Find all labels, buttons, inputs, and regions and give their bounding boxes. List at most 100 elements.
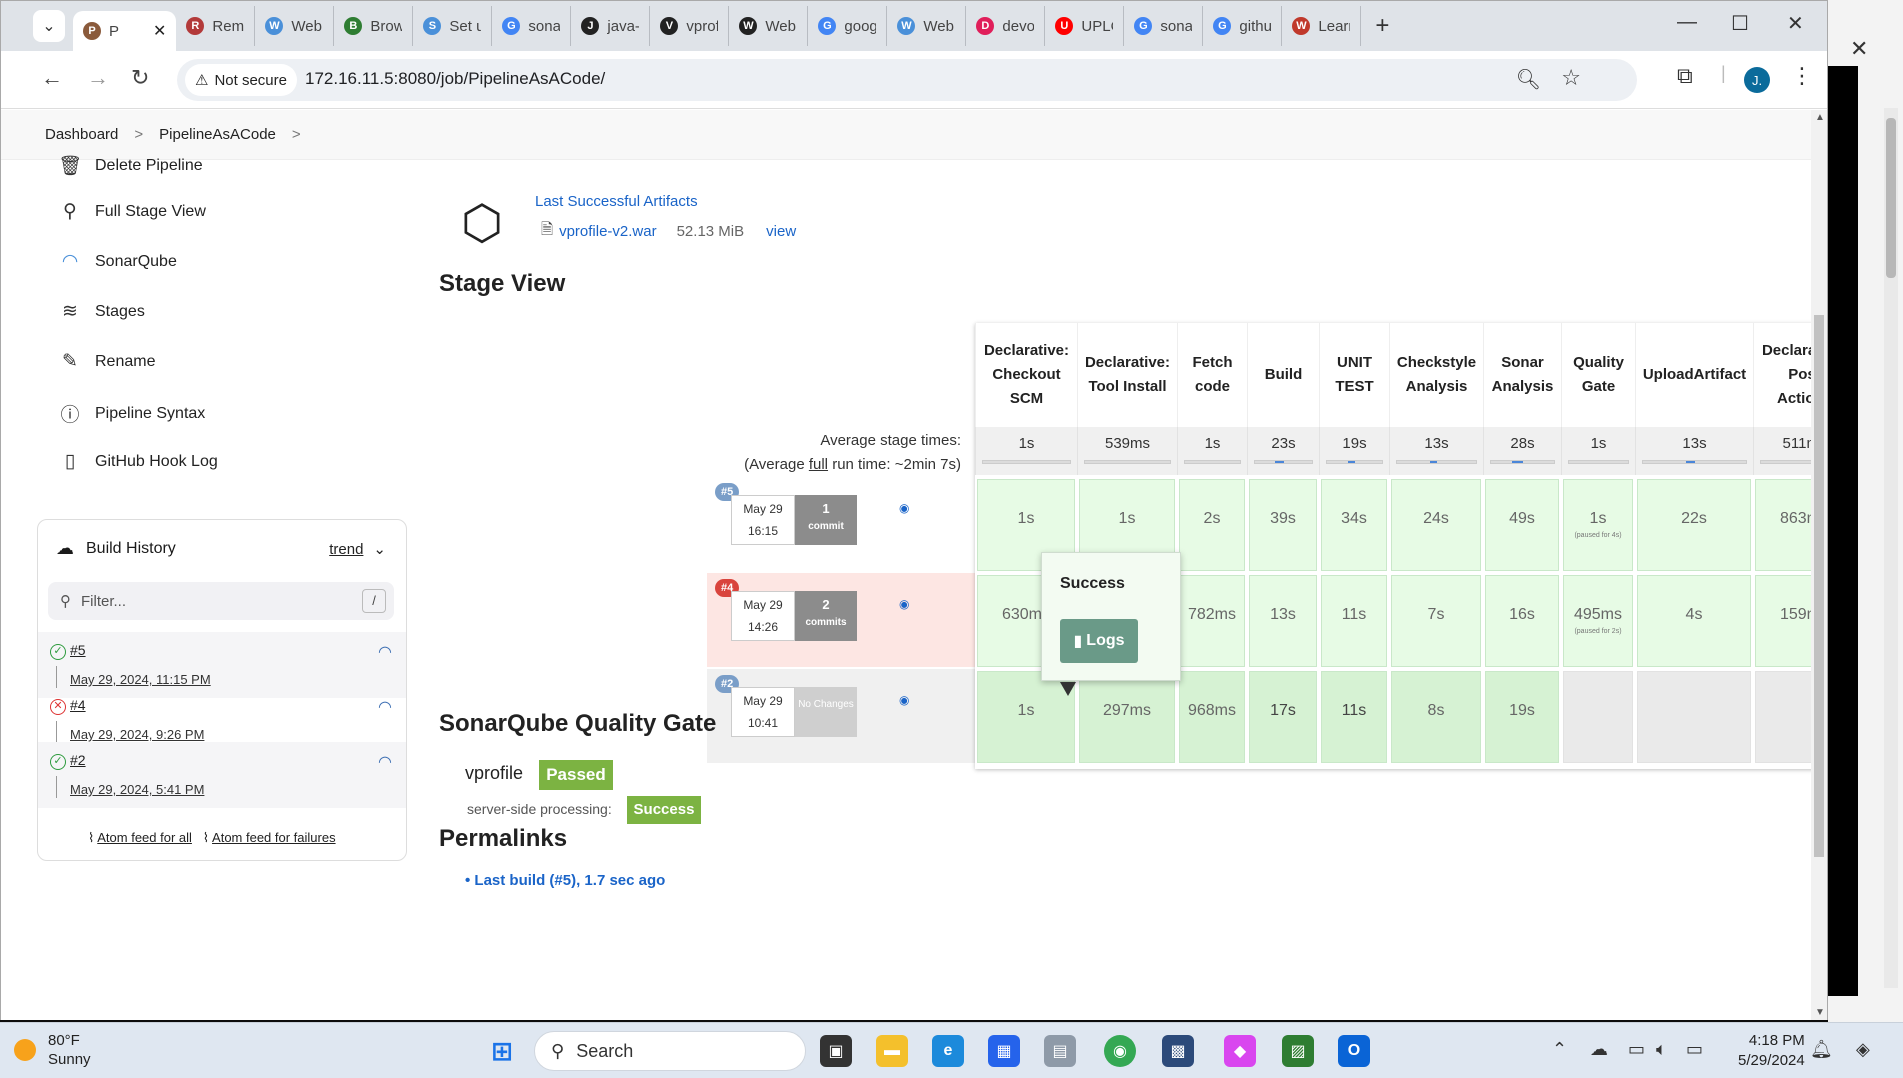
browser-tab[interactable]: P P ✕ bbox=[73, 11, 177, 51]
forward-icon[interactable]: → bbox=[87, 65, 109, 91]
reload-icon[interactable]: ↻ bbox=[131, 65, 149, 91]
sonarqube-icon[interactable]: ◠ bbox=[378, 642, 392, 662]
sonarqube-icon[interactable]: ◠ bbox=[378, 697, 392, 717]
browser-tab[interactable]: W Learr bbox=[1282, 6, 1362, 46]
clock-icon[interactable]: ◉ bbox=[899, 501, 909, 515]
close-icon[interactable]: ✕ bbox=[1850, 36, 1868, 62]
taskbar-search[interactable]: ⚲ Search bbox=[534, 1031, 806, 1071]
stage-cell[interactable]: 1s (paused for 4s) bbox=[1563, 479, 1633, 571]
onedrive-icon[interactable]: ☁ bbox=[1590, 1039, 1608, 1060]
task-full-stage-view[interactable]: ⚲ Full Stage View bbox=[57, 200, 206, 223]
browser-tab[interactable]: Jjava- bbox=[571, 6, 651, 46]
artifact-view-link[interactable]: view bbox=[766, 223, 796, 240]
file-explorer-icon[interactable]: ▬ bbox=[876, 1035, 908, 1067]
stage-cell[interactable]: 24s bbox=[1391, 479, 1481, 571]
scroll-down-icon[interactable]: ▼ bbox=[1815, 1007, 1825, 1018]
tab-search-button[interactable]: ⌄ bbox=[33, 10, 65, 42]
stage-cell[interactable]: 495ms (paused for 2s) bbox=[1563, 575, 1633, 667]
close-window-icon[interactable]: ✕ bbox=[1787, 11, 1804, 36]
logs-button[interactable]: ▮ Logs bbox=[1060, 619, 1138, 663]
zoom-icon[interactable]: 🔍︎ bbox=[1516, 67, 1541, 92]
stage-cell[interactable]: 968ms bbox=[1179, 671, 1245, 763]
stage-cell[interactable]: 4s bbox=[1637, 575, 1751, 667]
security-indicator[interactable]: ⚠ Not secure bbox=[185, 64, 297, 96]
build-history-row[interactable]: ✓ #2 May 29, 2024, 5:41 PM ◠ bbox=[38, 742, 406, 808]
browser-tab[interactable]: R Remo bbox=[176, 6, 256, 46]
stage-cell[interactable]: 13s bbox=[1249, 575, 1317, 667]
task-stages[interactable]: ≋ Stages bbox=[57, 300, 145, 323]
chrome-icon[interactable]: ◉ bbox=[1104, 1035, 1136, 1067]
browser-tab[interactable]: Ddevo bbox=[966, 6, 1046, 46]
artifact-file-link[interactable]: vprofile-v2.war bbox=[559, 223, 657, 240]
clock-icon[interactable]: ◉ bbox=[899, 693, 909, 707]
minimize-icon[interactable]: — bbox=[1677, 11, 1697, 34]
task-pipeline-syntax[interactable]: ⓘ Pipeline Syntax bbox=[57, 400, 205, 427]
stage-cell[interactable]: 297ms bbox=[1079, 671, 1175, 763]
commits-badge[interactable]: No Changes bbox=[795, 687, 857, 737]
store-icon[interactable]: ▦ bbox=[988, 1035, 1020, 1067]
commits-badge[interactable]: 2 commits bbox=[795, 591, 857, 641]
build-number-link[interactable]: #5 bbox=[70, 642, 86, 658]
breadcrumb-job[interactable]: PipelineAsACode bbox=[159, 126, 276, 143]
browser-tab[interactable]: W Webl bbox=[729, 6, 809, 46]
stage-cell[interactable]: 782ms bbox=[1179, 575, 1245, 667]
chevron-up-icon[interactable]: ⌃ bbox=[1552, 1039, 1567, 1060]
chevron-right-icon[interactable]: > bbox=[292, 126, 301, 143]
scrollbar-thumb[interactable] bbox=[1814, 315, 1824, 857]
stage-cell[interactable]: 17s bbox=[1249, 671, 1317, 763]
outlook-icon[interactable]: O bbox=[1338, 1035, 1370, 1067]
browser-tab[interactable]: Vvprof bbox=[650, 6, 730, 46]
extensions-icon[interactable]: ⧉ bbox=[1677, 63, 1693, 89]
scroll-up-icon[interactable]: ▲ bbox=[1815, 112, 1825, 123]
sonarqube-icon[interactable]: ◠ bbox=[378, 752, 392, 772]
build-number-link[interactable]: #2 bbox=[70, 752, 86, 768]
build-number-link[interactable]: #4 bbox=[70, 697, 86, 713]
app-icon[interactable]: ▤ bbox=[1044, 1035, 1076, 1067]
stage-cell[interactable]: 19s bbox=[1485, 671, 1559, 763]
permalink-last-build[interactable]: Last build (#5), 1.7 sec ago bbox=[474, 872, 665, 889]
copilot-icon[interactable]: ◈ bbox=[1856, 1039, 1870, 1060]
stage-cell[interactable]: 22s bbox=[1637, 479, 1751, 571]
profile-avatar[interactable]: J. bbox=[1744, 67, 1770, 93]
build-filter-input[interactable]: ⚲ Filter... / bbox=[48, 582, 394, 620]
build-date-link[interactable]: May 29, 2024, 9:26 PM bbox=[70, 727, 204, 742]
browser-tab[interactable]: Ggoog bbox=[808, 6, 888, 46]
maximize-icon[interactable]: ☐ bbox=[1731, 11, 1749, 36]
clock[interactable]: 4:18 PM 5/29/2024 bbox=[1738, 1031, 1805, 1071]
browser-tab[interactable]: W Webl bbox=[887, 6, 967, 46]
browser-tab[interactable]: B Brow bbox=[334, 6, 414, 46]
stage-cell[interactable]: 49s bbox=[1485, 479, 1559, 571]
battery-icon[interactable]: ▭ bbox=[1686, 1039, 1703, 1060]
browser-tab[interactable]: Gsona bbox=[492, 6, 572, 46]
build-date-link[interactable]: May 29, 2024, 11:15 PM bbox=[70, 672, 211, 687]
page-scrollbar[interactable]: ▲ ▼ bbox=[1811, 110, 1827, 1020]
stage-cell[interactable]: 8s bbox=[1391, 671, 1481, 763]
browser-tab[interactable]: Ggithu bbox=[1203, 6, 1283, 46]
bookmark-star-icon[interactable]: ☆ bbox=[1561, 65, 1581, 91]
feed-all-link[interactable]: Atom feed for all bbox=[97, 830, 192, 845]
menu-icon[interactable]: ⋮ bbox=[1791, 63, 1813, 89]
address-bar[interactable]: ⚠ Not secure 172.16.11.5:8080/job/Pipelin… bbox=[177, 59, 1637, 101]
full-run-link[interactable]: full bbox=[809, 456, 828, 473]
virtualbox-icon[interactable]: ▩ bbox=[1162, 1035, 1194, 1067]
app-icon[interactable]: ◆ bbox=[1224, 1035, 1256, 1067]
build-date-link[interactable]: May 29, 2024, 5:41 PM bbox=[70, 782, 204, 797]
app-icon[interactable]: ▨ bbox=[1282, 1035, 1314, 1067]
weather-widget[interactable]: 80°F Sunny bbox=[14, 1031, 91, 1069]
network-icon[interactable]: ▭ bbox=[1628, 1039, 1645, 1060]
stage-cell[interactable]: 11s bbox=[1321, 671, 1387, 763]
new-tab-button[interactable]: + bbox=[1375, 12, 1389, 40]
back-icon[interactable]: ← bbox=[41, 65, 63, 91]
browser-tab[interactable]: S Set u bbox=[413, 6, 493, 46]
clock-icon[interactable]: ◉ bbox=[899, 597, 909, 611]
stage-cell[interactable]: 16s bbox=[1485, 575, 1559, 667]
commits-badge[interactable]: 1 commit bbox=[795, 495, 857, 545]
edge-icon[interactable]: e bbox=[932, 1035, 964, 1067]
stage-cell[interactable]: 39s bbox=[1249, 479, 1317, 571]
stage-cell[interactable]: 7s bbox=[1391, 575, 1481, 667]
task-sonarqube[interactable]: ◠ SonarQube bbox=[57, 250, 177, 273]
stage-cell[interactable]: 11s bbox=[1321, 575, 1387, 667]
trend-button[interactable]: trend ⌄ bbox=[329, 540, 386, 558]
url-text[interactable]: 172.16.11.5:8080/job/PipelineAsACode/ bbox=[305, 69, 605, 89]
task-delete-pipeline[interactable]: 🗑︎ Delete Pipeline bbox=[57, 154, 203, 178]
